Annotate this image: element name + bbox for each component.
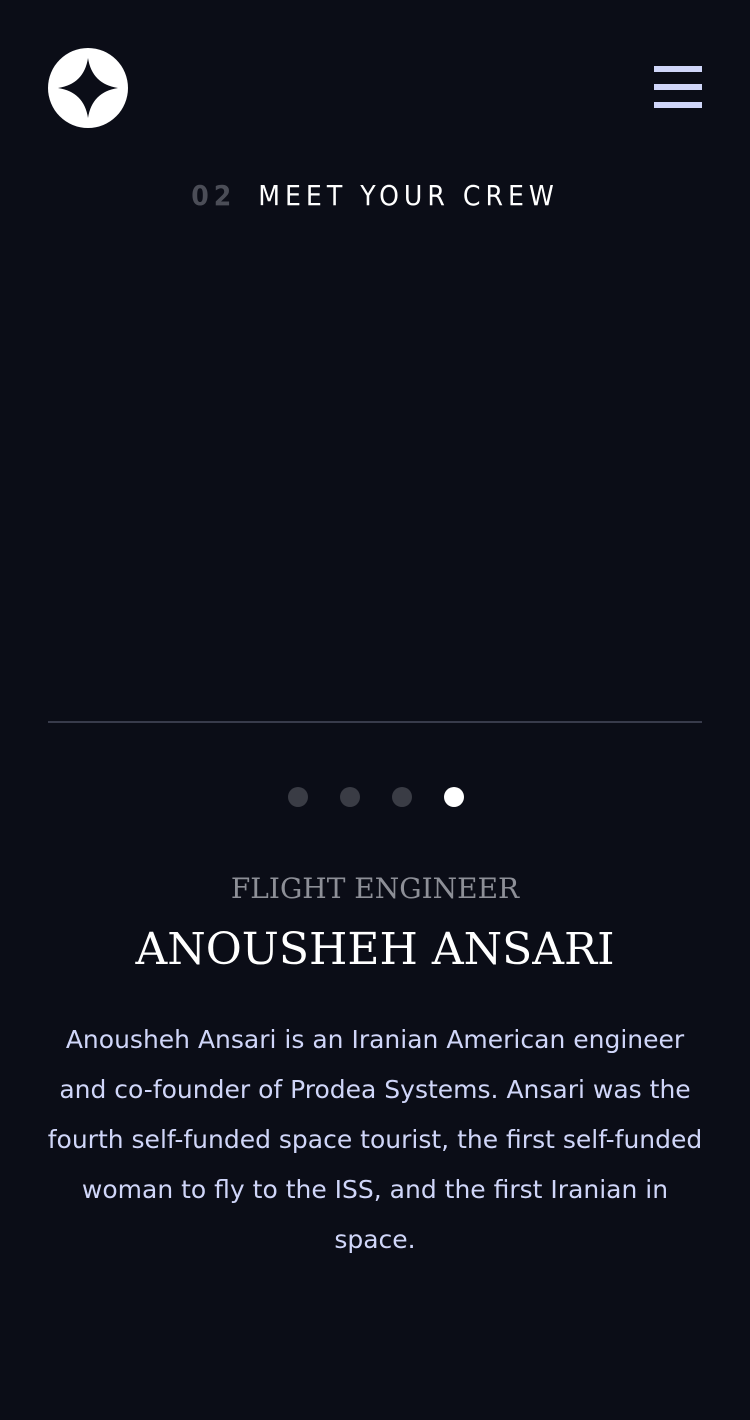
crew-name: Anousheh Ansari [135, 924, 615, 975]
slider-dot-2[interactable] [340, 787, 360, 807]
image-divider [48, 721, 702, 723]
crew-role: Flight Engineer [230, 872, 520, 905]
slider-dot-1[interactable] [288, 787, 308, 807]
hamburger-menu-icon [654, 66, 702, 72]
page-heading: 02 MEET YOUR CREW [0, 174, 750, 218]
hamburger-menu-button[interactable] [654, 66, 702, 108]
slider-dot-3[interactable] [392, 787, 412, 807]
home-logo-link[interactable] [48, 48, 128, 128]
crew-slider-dots [0, 787, 750, 807]
crew-bio: Anousheh Ansari is an Iranian American e… [47, 1025, 703, 1254]
page-number: 02 [191, 179, 237, 212]
crew-image [48, 240, 702, 722]
page-title: MEET YOUR CREW [258, 179, 559, 212]
star-logo-icon [48, 48, 128, 128]
slider-dot-4-active[interactable] [444, 787, 464, 807]
